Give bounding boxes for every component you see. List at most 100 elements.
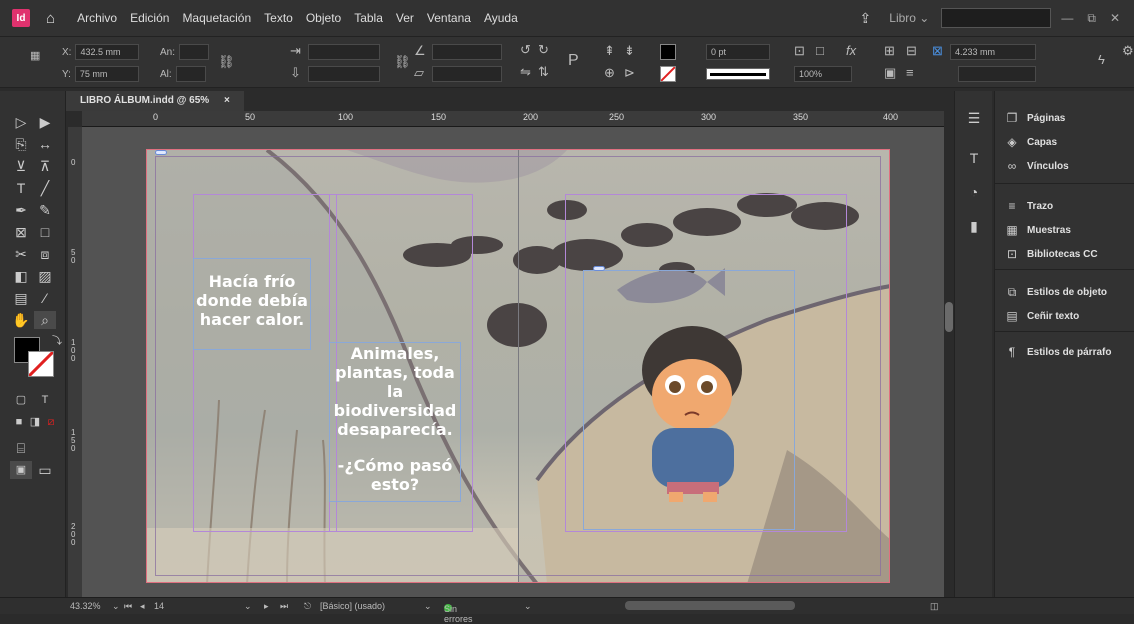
- flip-horizontal-icon[interactable]: ⇋: [520, 64, 531, 80]
- opacity-field[interactable]: 100%: [794, 66, 852, 82]
- paragraph-align-icon[interactable]: ☰: [963, 109, 985, 127]
- workspace-switcher[interactable]: Libro ⌄: [889, 11, 929, 25]
- scale-x-icon[interactable]: ⇥: [290, 43, 301, 59]
- height-field[interactable]: [175, 66, 206, 82]
- close-tab-icon[interactable]: ×: [224, 95, 230, 106]
- pasteboard[interactable]: Hacía frío donde debía hacer calor. Anim…: [82, 127, 944, 597]
- style-select[interactable]: [958, 66, 1036, 82]
- vertical-scrollbar[interactable]: [944, 127, 954, 597]
- width-field[interactable]: [179, 44, 210, 60]
- shear-icon[interactable]: ▱: [414, 65, 424, 81]
- select-content-icon[interactable]: ⇟: [624, 43, 635, 59]
- rotate-icon[interactable]: ∠: [414, 43, 426, 59]
- preflight-dropdown-icon[interactable]: ⌄: [524, 601, 532, 612]
- rectangle-tool-icon[interactable]: □: [34, 223, 56, 241]
- x-field[interactable]: 432.5 mm: [75, 44, 140, 60]
- auto-size-icon[interactable]: ⊠: [932, 43, 943, 59]
- constrain-scale-icon[interactable]: ⛓: [394, 54, 411, 70]
- content-placer-icon[interactable]: ⊼: [34, 157, 56, 175]
- panel-estilos-parrafo[interactable]: ¶ Estilos de párrafo: [1005, 345, 1112, 359]
- bookmark-icon[interactable]: ▮: [963, 217, 985, 235]
- scale-y-icon[interactable]: ⇩: [290, 65, 301, 81]
- align-center-icon[interactable]: ⊟: [906, 43, 917, 59]
- gap-tool-icon[interactable]: ↔: [34, 135, 56, 153]
- constrain-proportions-icon[interactable]: ⛓: [218, 54, 235, 70]
- pathfinder-icon[interactable]: ◔: [963, 183, 985, 201]
- note-tool-icon[interactable]: ▤: [10, 289, 32, 307]
- page-options-icon[interactable]: ⎋: [304, 601, 311, 612]
- previous-page-icon[interactable]: ◂: [140, 601, 145, 612]
- panel-muestras[interactable]: ▦ Muestras: [1005, 223, 1071, 237]
- vertical-scroll-thumb[interactable]: [945, 302, 953, 332]
- type-tool-icon[interactable]: T: [10, 179, 32, 197]
- document-tab[interactable]: LIBRO ÁLBUM.indd @ 65% ×: [66, 91, 244, 111]
- stroke-type-select[interactable]: [706, 68, 770, 80]
- gradient-feather-tool-icon[interactable]: ▨: [34, 267, 56, 285]
- fill-swatch[interactable]: [660, 44, 676, 60]
- frame-link-icon[interactable]: [593, 266, 605, 271]
- screen-mode-icon[interactable]: ⌸: [10, 439, 32, 457]
- story-text-3[interactable]: -¿Cómo pasó esto?: [333, 456, 457, 494]
- formatting-text-icon[interactable]: T: [34, 391, 56, 409]
- last-page-icon[interactable]: ⏭: [280, 601, 288, 612]
- rotate-cw-icon[interactable]: ↻: [538, 42, 549, 58]
- home-icon[interactable]: ⌂: [46, 10, 55, 27]
- vertical-ruler[interactable]: 0 5 0 1 0 0 1 5 0 2 0 0: [68, 127, 82, 597]
- fill-frame-icon[interactable]: □: [816, 43, 824, 58]
- quick-apply-icon[interactable]: ϟ: [1098, 52, 1105, 67]
- selection-tool-icon[interactable]: ▶: [34, 113, 56, 131]
- hand-tool-icon[interactable]: ✋: [10, 311, 32, 329]
- select-previous-icon[interactable]: ⊕: [604, 65, 615, 81]
- content-collector-icon[interactable]: ⊻: [10, 157, 32, 175]
- panel-cenir-texto[interactable]: ▤ Ceñir texto: [1005, 309, 1079, 323]
- split-view-icon[interactable]: ◫: [930, 601, 939, 612]
- y-field[interactable]: 75 mm: [74, 66, 139, 82]
- next-page-icon[interactable]: ▸: [264, 601, 269, 612]
- reference-point-icon[interactable]: ▦: [30, 49, 40, 62]
- page-tool-icon[interactable]: ⎘: [10, 135, 32, 153]
- character-icon[interactable]: T: [963, 149, 985, 167]
- shear-field[interactable]: [432, 66, 502, 82]
- text-frame-options-icon[interactable]: ≡: [906, 65, 914, 80]
- zoom-dropdown-icon[interactable]: ⌄: [112, 601, 120, 612]
- menu-objeto[interactable]: Objeto: [306, 11, 341, 25]
- horizontal-scroll-thumb[interactable]: [625, 601, 795, 610]
- effects-fx-icon[interactable]: fx: [846, 43, 856, 58]
- direct-selection-tool-icon[interactable]: ▷: [10, 113, 32, 131]
- stroke-color-icon[interactable]: [27, 350, 55, 378]
- align-left-icon[interactable]: ⊞: [884, 43, 895, 59]
- column-icon[interactable]: ▣: [884, 65, 896, 81]
- stroke-swatch[interactable]: [660, 66, 676, 82]
- minimize-icon[interactable]: —: [1061, 11, 1073, 26]
- apply-none-icon[interactable]: ⧄: [40, 413, 62, 431]
- menu-ventana[interactable]: Ventana: [427, 11, 471, 25]
- menu-texto[interactable]: Texto: [264, 11, 293, 25]
- settings-gear-icon[interactable]: ⚙: [1122, 43, 1134, 59]
- page-dropdown-icon[interactable]: ⌄: [244, 601, 252, 612]
- path-type-icon[interactable]: P: [568, 52, 579, 70]
- flip-vertical-icon[interactable]: ⇅: [538, 64, 549, 80]
- scale-x-field[interactable]: [308, 44, 380, 60]
- line-tool-icon[interactable]: ╱: [34, 179, 56, 197]
- frame-fitting-icon[interactable]: ⊡: [794, 43, 805, 59]
- menu-edicion[interactable]: Edición: [130, 11, 169, 25]
- horizontal-ruler[interactable]: 0 50 100 150 200 250 300 350 400: [82, 111, 944, 127]
- menu-tabla[interactable]: Tabla: [354, 11, 383, 25]
- text-frame[interactable]: [583, 270, 795, 530]
- scissors-tool-icon[interactable]: ✂: [10, 245, 32, 263]
- search-input[interactable]: [941, 8, 1052, 28]
- swap-colors-icon[interactable]: ⤵: [46, 333, 68, 351]
- panel-paginas[interactable]: ❐ Páginas: [1005, 111, 1066, 125]
- gutter-field[interactable]: 4.233 mm: [950, 44, 1036, 60]
- zoom-tool-icon[interactable]: ⌕: [34, 311, 56, 329]
- panel-bibliotecas[interactable]: ⊡ Bibliotecas CC: [1005, 247, 1098, 261]
- page-number[interactable]: 14: [154, 601, 164, 611]
- close-icon[interactable]: ✕: [1110, 11, 1120, 26]
- rotate-ccw-icon[interactable]: ↺: [520, 42, 531, 58]
- panel-estilos-objeto[interactable]: ⧉ Estilos de objeto: [1005, 285, 1107, 300]
- rectangle-frame-tool-icon[interactable]: ⊠: [10, 223, 32, 241]
- pen-tool-icon[interactable]: ✒: [10, 201, 32, 219]
- select-container-icon[interactable]: ⇞: [604, 43, 615, 59]
- menu-archivo[interactable]: Archivo: [77, 11, 117, 25]
- menu-ayuda[interactable]: Ayuda: [484, 11, 518, 25]
